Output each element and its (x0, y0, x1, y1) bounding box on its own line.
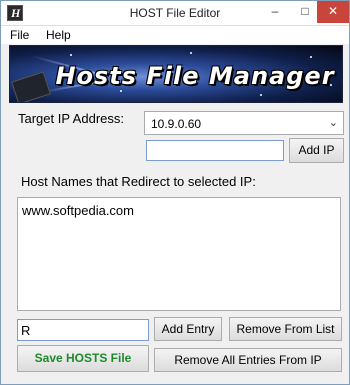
banner-title: Hosts File Manager (55, 62, 335, 90)
save-hosts-file-button[interactable]: Save HOSTS File (17, 345, 149, 372)
app-window: H HOST File Editor – □ ✕ File Help Hosts… (0, 0, 350, 385)
remove-all-entries-button[interactable]: Remove All Entries From IP (154, 348, 342, 372)
chevron-down-icon: ⌄ (328, 117, 338, 129)
target-ip-value: 10.9.0.60 (151, 117, 202, 131)
network-device-icon (11, 71, 51, 102)
target-ip-select[interactable]: 10.9.0.60 ⌄ (144, 111, 344, 135)
minimize-button[interactable]: – (260, 1, 290, 23)
host-names-label: Host Names that Redirect to selected IP: (21, 174, 256, 189)
maximize-button[interactable]: □ (290, 1, 320, 23)
menu-file[interactable]: File (10, 28, 29, 42)
header-banner: Hosts File Manager (9, 45, 343, 103)
menu-bar: File Help (1, 26, 349, 44)
close-button[interactable]: ✕ (317, 1, 349, 23)
add-ip-button[interactable]: Add IP (289, 138, 344, 163)
menu-help[interactable]: Help (46, 28, 71, 42)
title-bar: H HOST File Editor – □ ✕ (1, 1, 349, 26)
target-ip-label: Target IP Address: (18, 111, 124, 126)
ip-address-input[interactable] (146, 140, 284, 161)
host-names-list[interactable]: www.softpedia.com (17, 197, 341, 311)
host-name-input[interactable]: R (17, 319, 149, 341)
remove-from-list-button[interactable]: Remove From List (229, 317, 342, 341)
add-entry-button[interactable]: Add Entry (154, 317, 222, 341)
